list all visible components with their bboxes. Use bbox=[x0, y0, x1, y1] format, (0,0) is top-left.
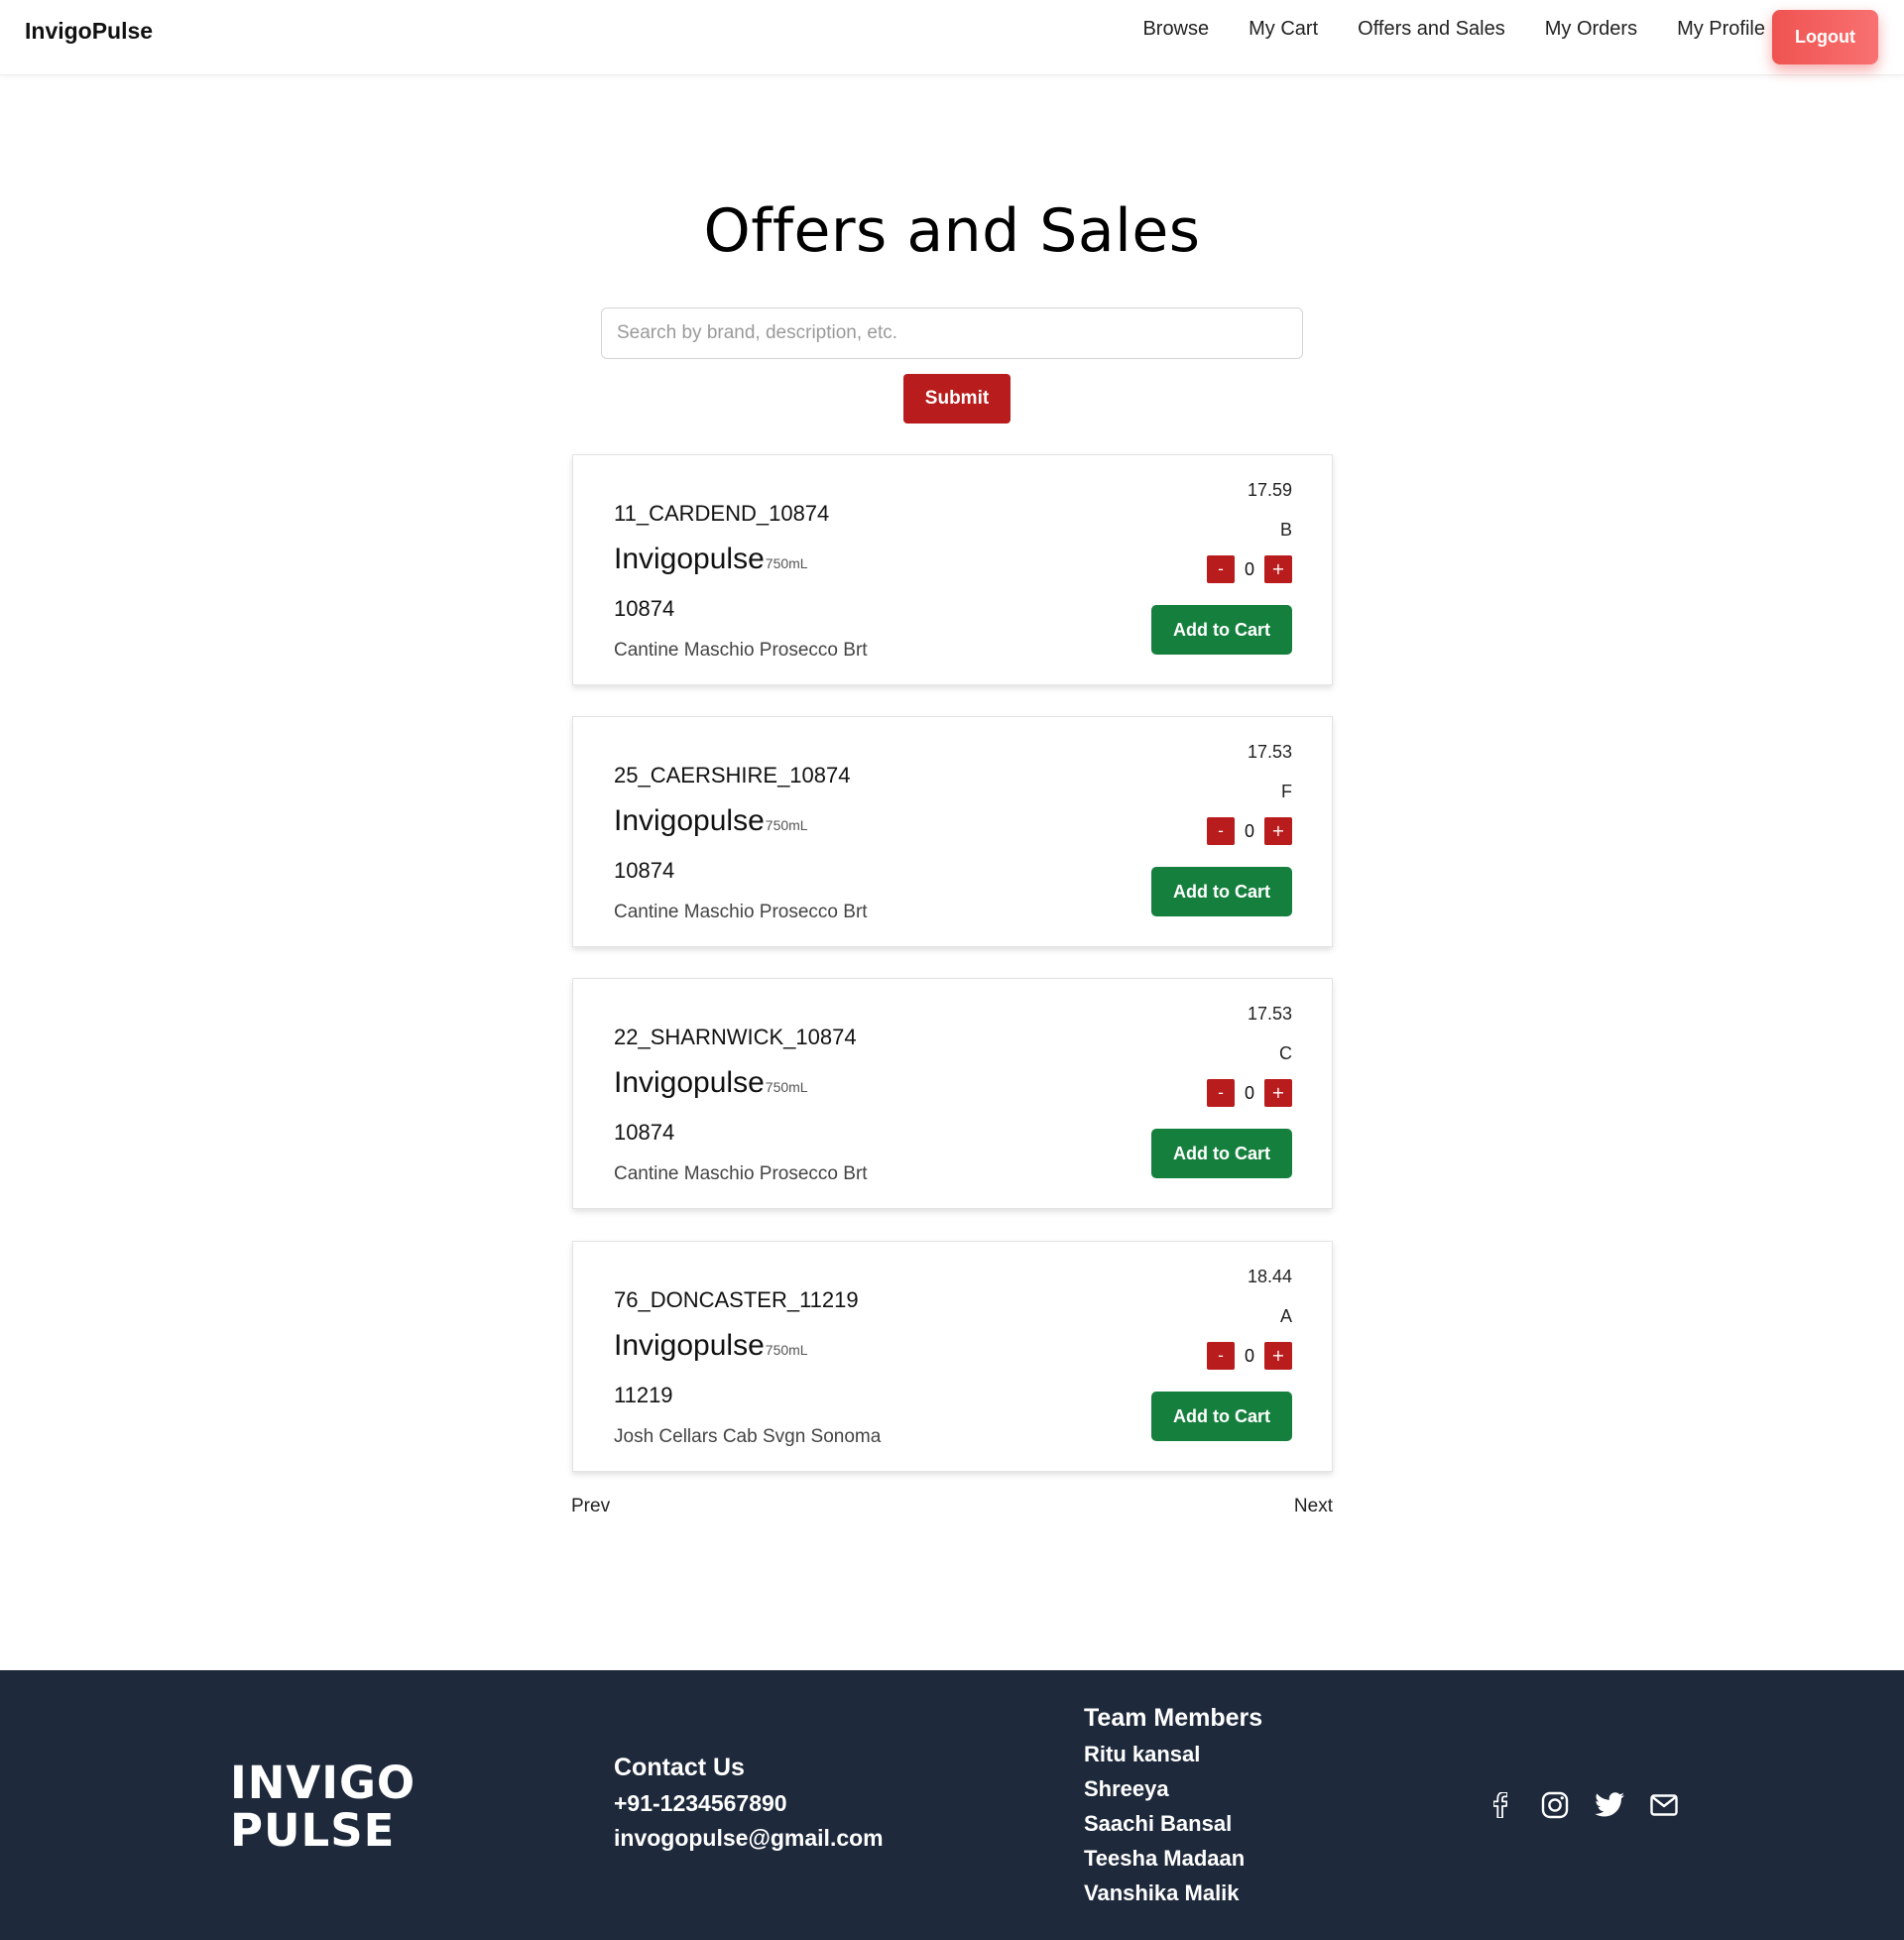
add-to-cart-button[interactable]: Add to Cart bbox=[1151, 867, 1292, 916]
product-code: 76_DONCASTER_11219 bbox=[614, 1287, 859, 1312]
quantity-value: 0 bbox=[1244, 820, 1254, 841]
quantity-stepper: - 0 + bbox=[1207, 1342, 1292, 1370]
contact-phone: +91-1234567890 bbox=[614, 1790, 787, 1816]
team-member: Shreeya bbox=[1084, 1776, 1169, 1801]
product-brand-name: Invigopulse bbox=[614, 543, 765, 575]
product-number: 10874 bbox=[614, 858, 675, 883]
team-member: Saachi Bansal bbox=[1084, 1811, 1233, 1836]
add-to-cart-button[interactable]: Add to Cart bbox=[1151, 605, 1292, 655]
increment-button[interactable]: + bbox=[1264, 1079, 1292, 1107]
product-description: Cantine Maschio Prosecco Brt bbox=[614, 1163, 868, 1184]
product-description: Josh Cellars Cab Svgn Sonoma bbox=[614, 1426, 882, 1447]
product-size: 750mL bbox=[765, 817, 808, 833]
nav-link-my-profile[interactable]: My Profile bbox=[1677, 18, 1765, 41]
product-grade: C bbox=[1279, 1043, 1292, 1063]
product-card: 25_CAERSHIRE_10874 Invigopulse750mL 1087… bbox=[572, 716, 1333, 947]
nav-link-offers-and-sales[interactable]: Offers and Sales bbox=[1358, 18, 1505, 41]
footer-logo-line: INVIGO bbox=[230, 1757, 416, 1809]
product-description: Cantine Maschio Prosecco Brt bbox=[614, 640, 868, 661]
navbar: InvigoPulse Browse My Cart Offers and Sa… bbox=[0, 0, 1904, 75]
team-member: Vanshika Malik bbox=[1084, 1880, 1240, 1905]
increment-button[interactable]: + bbox=[1264, 1342, 1292, 1370]
product-brand: Invigopulse750mL bbox=[614, 804, 808, 838]
product-brand-name: Invigopulse bbox=[614, 804, 765, 837]
product-code: 25_CAERSHIRE_10874 bbox=[614, 763, 851, 788]
social-links bbox=[1485, 1789, 1680, 1821]
product-code: 11_CARDEND_10874 bbox=[614, 501, 830, 526]
brand-logo[interactable]: InvigoPulse bbox=[25, 18, 153, 45]
decrement-button[interactable]: - bbox=[1207, 817, 1235, 845]
quantity-stepper: - 0 + bbox=[1207, 1079, 1292, 1107]
quantity-stepper: - 0 + bbox=[1207, 555, 1292, 583]
product-brand-name: Invigopulse bbox=[614, 1066, 765, 1099]
increment-button[interactable]: + bbox=[1264, 817, 1292, 845]
mail-icon[interactable] bbox=[1648, 1789, 1680, 1821]
decrement-button[interactable]: - bbox=[1207, 1342, 1235, 1370]
prev-page-link[interactable]: Prev bbox=[571, 1496, 610, 1517]
product-code: 22_SHARNWICK_10874 bbox=[614, 1025, 857, 1049]
product-card: 22_SHARNWICK_10874 Invigopulse750mL 1087… bbox=[572, 978, 1333, 1209]
facebook-icon[interactable] bbox=[1485, 1789, 1516, 1821]
product-grade: F bbox=[1281, 782, 1292, 801]
instagram-icon[interactable] bbox=[1539, 1789, 1571, 1821]
quantity-value: 0 bbox=[1244, 558, 1254, 579]
product-brand-name: Invigopulse bbox=[614, 1329, 765, 1362]
quantity-value: 0 bbox=[1244, 1082, 1254, 1103]
product-number: 10874 bbox=[614, 1120, 675, 1145]
decrement-button[interactable]: - bbox=[1207, 1079, 1235, 1107]
decrement-button[interactable]: - bbox=[1207, 555, 1235, 583]
product-number: 10874 bbox=[614, 596, 675, 621]
nav-links: Browse My Cart Offers and Sales My Order… bbox=[1142, 18, 1765, 41]
product-brand: Invigopulse750mL bbox=[614, 1329, 808, 1363]
product-grade: B bbox=[1279, 520, 1292, 540]
nav-link-browse[interactable]: Browse bbox=[1142, 18, 1209, 41]
team-member: Ritu kansal bbox=[1084, 1742, 1201, 1766]
search-input[interactable] bbox=[601, 307, 1303, 359]
page-title: Offers and Sales bbox=[703, 196, 1201, 266]
product-description: Cantine Maschio Prosecco Brt bbox=[614, 902, 868, 922]
team-list: Ritu kansal Shreeya Saachi Bansal Teesha… bbox=[1084, 1737, 1245, 1910]
product-size: 750mL bbox=[765, 1079, 808, 1095]
next-page-link[interactable]: Next bbox=[1294, 1496, 1333, 1517]
product-number: 11219 bbox=[614, 1383, 673, 1407]
add-to-cart-button[interactable]: Add to Cart bbox=[1151, 1392, 1292, 1441]
nav-link-my-cart[interactable]: My Cart bbox=[1249, 18, 1318, 41]
increment-button[interactable]: + bbox=[1264, 555, 1292, 583]
product-brand: Invigopulse750mL bbox=[614, 543, 808, 576]
add-to-cart-button[interactable]: Add to Cart bbox=[1151, 1129, 1292, 1178]
contact-email[interactable]: invogopulse@gmail.com bbox=[614, 1825, 884, 1852]
product-price: 17.53 bbox=[1247, 1004, 1292, 1024]
twitter-icon[interactable] bbox=[1594, 1789, 1625, 1821]
submit-button[interactable]: Submit bbox=[903, 374, 1011, 424]
product-card: 11_CARDEND_10874 Invigopulse750mL 10874 … bbox=[572, 454, 1333, 685]
team-member: Teesha Madaan bbox=[1084, 1846, 1246, 1871]
team-heading: Team Members bbox=[1084, 1704, 1263, 1732]
product-price: 17.53 bbox=[1247, 742, 1292, 762]
product-price: 18.44 bbox=[1247, 1267, 1292, 1286]
quantity-value: 0 bbox=[1244, 1345, 1254, 1366]
product-price: 17.59 bbox=[1247, 480, 1292, 500]
product-grade: A bbox=[1279, 1306, 1292, 1326]
quantity-stepper: - 0 + bbox=[1207, 817, 1292, 845]
footer-logo-line: PULSE bbox=[230, 1804, 396, 1857]
product-brand: Invigopulse750mL bbox=[614, 1066, 808, 1100]
product-size: 750mL bbox=[765, 555, 808, 571]
logout-button[interactable]: Logout bbox=[1772, 10, 1878, 64]
footer-logo: INVIGO PULSE bbox=[230, 1759, 416, 1855]
product-card: 76_DONCASTER_11219 Invigopulse750mL 1121… bbox=[572, 1241, 1333, 1472]
contact-heading: Contact Us bbox=[614, 1754, 745, 1781]
footer: INVIGO PULSE Contact Us +91-1234567890 i… bbox=[0, 1670, 1904, 1940]
product-size: 750mL bbox=[765, 1342, 808, 1358]
nav-link-my-orders[interactable]: My Orders bbox=[1545, 18, 1637, 41]
